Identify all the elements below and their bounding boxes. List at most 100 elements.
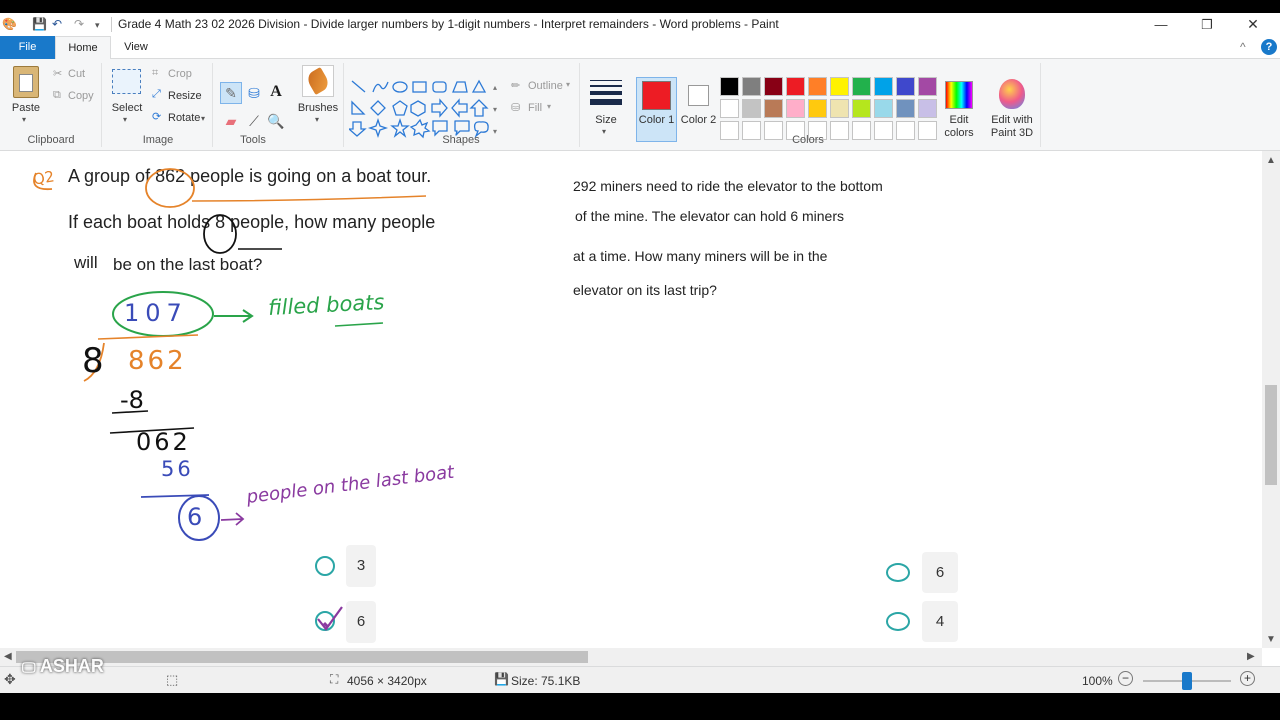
paste-button[interactable]: Paste <box>8 102 44 115</box>
right-problem-line4: elevator on its last trip? <box>573 282 717 298</box>
palette-swatch[interactable] <box>764 77 783 96</box>
palette-swatch[interactable] <box>852 99 871 118</box>
size-button[interactable]: Size <box>586 114 626 127</box>
edit-with-paint3d-button[interactable]: Edit with Paint 3D <box>985 114 1039 140</box>
eraser-icon[interactable]: ▰ <box>222 112 240 130</box>
palette-swatch[interactable] <box>720 99 739 118</box>
horizontal-scrollbar[interactable]: ◀ ▶ <box>0 648 1262 666</box>
select-dropdown-icon[interactable]: ▾ <box>123 115 127 124</box>
fill-bucket-icon[interactable]: ⛁ <box>245 84 263 102</box>
undo-icon[interactable]: ↶ <box>52 17 62 31</box>
copy-button[interactable]: Copy <box>68 90 94 102</box>
shapes-gallery[interactable]: ▴ ▾ ▾ <box>349 78 499 140</box>
text-tool-icon[interactable]: A <box>267 83 285 101</box>
palette-swatch[interactable] <box>874 99 893 118</box>
palette-swatch[interactable] <box>742 77 761 96</box>
palette-swatch[interactable] <box>896 99 915 118</box>
right-option-1[interactable]: 6 <box>922 552 958 593</box>
edit-colors-button[interactable]: Edit colors <box>936 114 982 140</box>
color1-swatch[interactable] <box>642 81 671 110</box>
right-option-2[interactable]: 4 <box>922 601 958 642</box>
help-icon[interactable]: ? <box>1261 39 1277 55</box>
palette-swatch[interactable] <box>918 121 937 140</box>
pencil-icon[interactable]: ✎ <box>222 84 240 102</box>
ashar-watermark: 🖵 ASHAR <box>22 656 104 677</box>
restore-button[interactable]: ❐ <box>1184 13 1230 36</box>
rotate-dropdown-icon[interactable]: ▾ <box>201 114 205 123</box>
palette-swatch[interactable] <box>896 77 915 96</box>
palette-swatch[interactable] <box>874 121 893 140</box>
palette-swatch[interactable] <box>830 99 849 118</box>
outline-button[interactable]: Outline <box>528 80 563 92</box>
palette-swatch[interactable] <box>896 121 915 140</box>
left-option-radio-1[interactable] <box>315 556 335 576</box>
vertical-scroll-thumb[interactable] <box>1265 385 1277 485</box>
palette-swatch[interactable] <box>764 99 783 118</box>
resize-button[interactable]: Resize <box>168 90 202 102</box>
fill-dropdown-icon[interactable]: ▾ <box>547 102 551 111</box>
color2-swatch[interactable] <box>688 85 709 106</box>
palette-swatch[interactable] <box>742 99 761 118</box>
minimize-button[interactable]: — <box>1138 13 1184 36</box>
right-option-radio-2[interactable] <box>886 612 910 631</box>
paste-dropdown-icon[interactable]: ▾ <box>22 115 26 124</box>
edit-colors-icon[interactable] <box>945 81 973 109</box>
paint3d-icon[interactable] <box>999 79 1025 109</box>
palette-swatch[interactable] <box>808 77 827 96</box>
tab-home[interactable]: Home <box>55 36 111 60</box>
rotate-button[interactable]: Rotate <box>168 112 200 124</box>
monitor-icon: 🖵 <box>22 659 36 675</box>
scroll-left-icon[interactable]: ◀ <box>4 651 12 662</box>
scroll-down-icon[interactable]: ▼ <box>1266 634 1276 645</box>
left-option-2[interactable]: 6 <box>346 601 376 643</box>
palette-swatch[interactable] <box>808 99 827 118</box>
color2-button[interactable]: Color 2 <box>680 114 717 127</box>
select-icon[interactable] <box>112 69 141 94</box>
brushes-button[interactable]: Brushes <box>296 102 340 115</box>
magnifier-icon[interactable]: 🔍 <box>267 112 285 130</box>
paste-icon[interactable] <box>13 66 39 98</box>
zoom-in-icon[interactable]: + <box>1240 671 1255 686</box>
redo-icon[interactable]: ↷ <box>74 17 84 31</box>
palette-swatch[interactable] <box>874 77 893 96</box>
left-option-1[interactable]: 3 <box>346 545 376 587</box>
crop-button[interactable]: Crop <box>168 68 192 80</box>
close-button[interactable]: ✕ <box>1230 13 1276 36</box>
zoom-out-icon[interactable]: − <box>1118 671 1133 686</box>
color-picker-icon[interactable]: ⟋ <box>245 112 263 130</box>
customize-quick-access-icon[interactable]: ▾ <box>95 20 100 31</box>
palette-swatch[interactable] <box>786 77 805 96</box>
palette-swatch[interactable] <box>720 77 739 96</box>
vertical-scrollbar[interactable]: ▲ ▼ <box>1262 151 1280 648</box>
save-icon[interactable]: 💾 <box>32 17 47 31</box>
palette-swatch[interactable] <box>720 121 739 140</box>
right-option-radio-1[interactable] <box>886 563 910 582</box>
svg-text:▴: ▴ <box>493 83 497 92</box>
palette-swatch[interactable] <box>852 121 871 140</box>
tab-file[interactable]: File <box>0 36 55 59</box>
size-icon[interactable] <box>590 79 622 105</box>
size-dropdown-icon[interactable]: ▾ <box>602 127 606 136</box>
palette-swatch[interactable] <box>918 77 937 96</box>
select-button[interactable]: Select <box>106 102 148 115</box>
palette-swatch[interactable] <box>918 99 937 118</box>
drawing-canvas[interactable]: A group of 862 people is going on a boat… <box>0 151 1262 648</box>
scroll-up-icon[interactable]: ▲ <box>1266 155 1276 166</box>
collapse-ribbon-icon[interactable]: ^ <box>1240 40 1246 54</box>
palette-swatch[interactable] <box>786 99 805 118</box>
color1-button[interactable]: Color 1 <box>638 114 675 127</box>
subtraction-step1: -8 <box>120 386 144 414</box>
outline-dropdown-icon[interactable]: ▾ <box>566 80 570 89</box>
palette-swatch[interactable] <box>852 77 871 96</box>
cut-button[interactable]: Cut <box>68 68 85 80</box>
tab-view[interactable]: View <box>116 36 156 59</box>
fill-button[interactable]: Fill <box>528 102 542 114</box>
palette-swatch[interactable] <box>742 121 761 140</box>
brushes-icon[interactable] <box>302 65 334 97</box>
remainder: 6 <box>187 503 203 531</box>
zoom-slider-thumb[interactable] <box>1182 672 1192 690</box>
brushes-dropdown-icon[interactable]: ▾ <box>315 115 319 124</box>
scroll-right-icon[interactable]: ▶ <box>1247 651 1255 662</box>
palette-swatch[interactable] <box>830 77 849 96</box>
subtraction-step3: 56 <box>161 457 194 481</box>
